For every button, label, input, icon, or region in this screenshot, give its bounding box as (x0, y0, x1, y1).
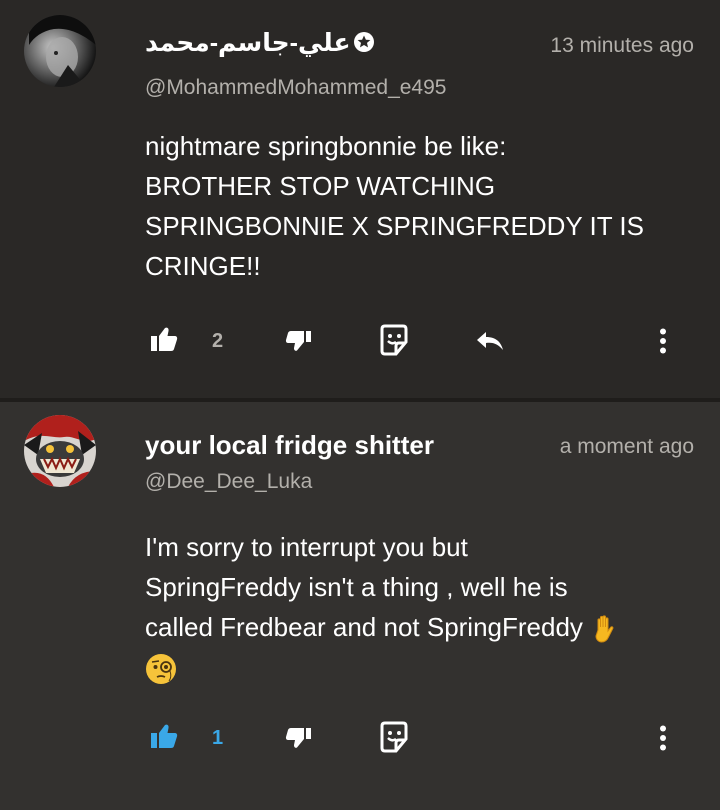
comment-line: BROTHER STOP WATCHING (145, 171, 496, 201)
dislike-button[interactable] (285, 330, 313, 352)
sticker-button[interactable] (380, 721, 408, 753)
like-icon (151, 327, 178, 351)
comment-actions: 2 (0, 322, 720, 362)
dislike-icon (285, 728, 311, 748)
comment-text: I'm sorry to interrupt you but SpringFre… (145, 527, 705, 687)
like-button[interactable] (150, 723, 178, 749)
author-name[interactable]: your local fridge shitter (145, 430, 434, 461)
comment-line (145, 647, 705, 687)
reply-button[interactable] (475, 330, 505, 352)
comment-actions: 1 (0, 719, 720, 759)
dislike-icon (285, 331, 311, 351)
author-name-text: علي-جاسم-محمد (145, 29, 351, 57)
author-name[interactable]: علي-جاسم-محمد (145, 28, 375, 58)
comment-card: علي-جاسم-محمد @MohammedMohammed_e495 13 … (0, 0, 720, 398)
dislike-button[interactable] (285, 727, 313, 749)
sticker-icon (380, 324, 408, 356)
timestamp: 13 minutes ago (550, 34, 694, 57)
like-button[interactable] (150, 326, 178, 352)
comment-text: nightmare springbonnie be like: BROTHER … (145, 126, 705, 286)
comment-line: CRINGE!! (145, 251, 261, 281)
comment-line: called Fredbear and not SpringFreddy (145, 607, 705, 647)
like-icon (151, 724, 178, 748)
like-count-text: 1 (212, 727, 224, 749)
author-handle[interactable]: @MohammedMohammed_e495 (145, 76, 446, 100)
timestamp: a moment ago (559, 435, 694, 458)
more-vertical-icon (660, 328, 666, 354)
more-options-button[interactable] (658, 725, 668, 751)
sticker-icon (380, 721, 408, 753)
like-count: 2 (212, 330, 223, 353)
more-vertical-icon (660, 725, 666, 751)
more-options-button[interactable] (658, 328, 668, 354)
like-count-text: 2 (212, 330, 224, 352)
comment-line: nightmare springbonnie be like: (145, 131, 507, 161)
author-handle[interactable]: @Dee_Dee_Luka (145, 470, 312, 494)
monocle-face-emoji (146, 654, 176, 685)
reply-icon (477, 332, 503, 350)
comment-line: I'm sorry to interrupt you but (145, 532, 468, 562)
raised-hand-emoji (595, 615, 614, 643)
sticker-button[interactable] (380, 324, 408, 356)
comment-line-text: called Fredbear and not SpringFreddy (145, 612, 583, 642)
like-count: 1 (212, 727, 223, 750)
comment-card: your local fridge shitter @Dee_Dee_Luka … (0, 402, 720, 810)
verified-star-icon (353, 32, 374, 52)
comment-line: SpringFreddy isn't a thing , well he is (145, 572, 568, 602)
comment-line: SPRINGBONNIE X SPRINGFREDDY IT IS (145, 211, 644, 241)
avatar[interactable] (24, 415, 96, 487)
avatar[interactable] (24, 15, 96, 87)
